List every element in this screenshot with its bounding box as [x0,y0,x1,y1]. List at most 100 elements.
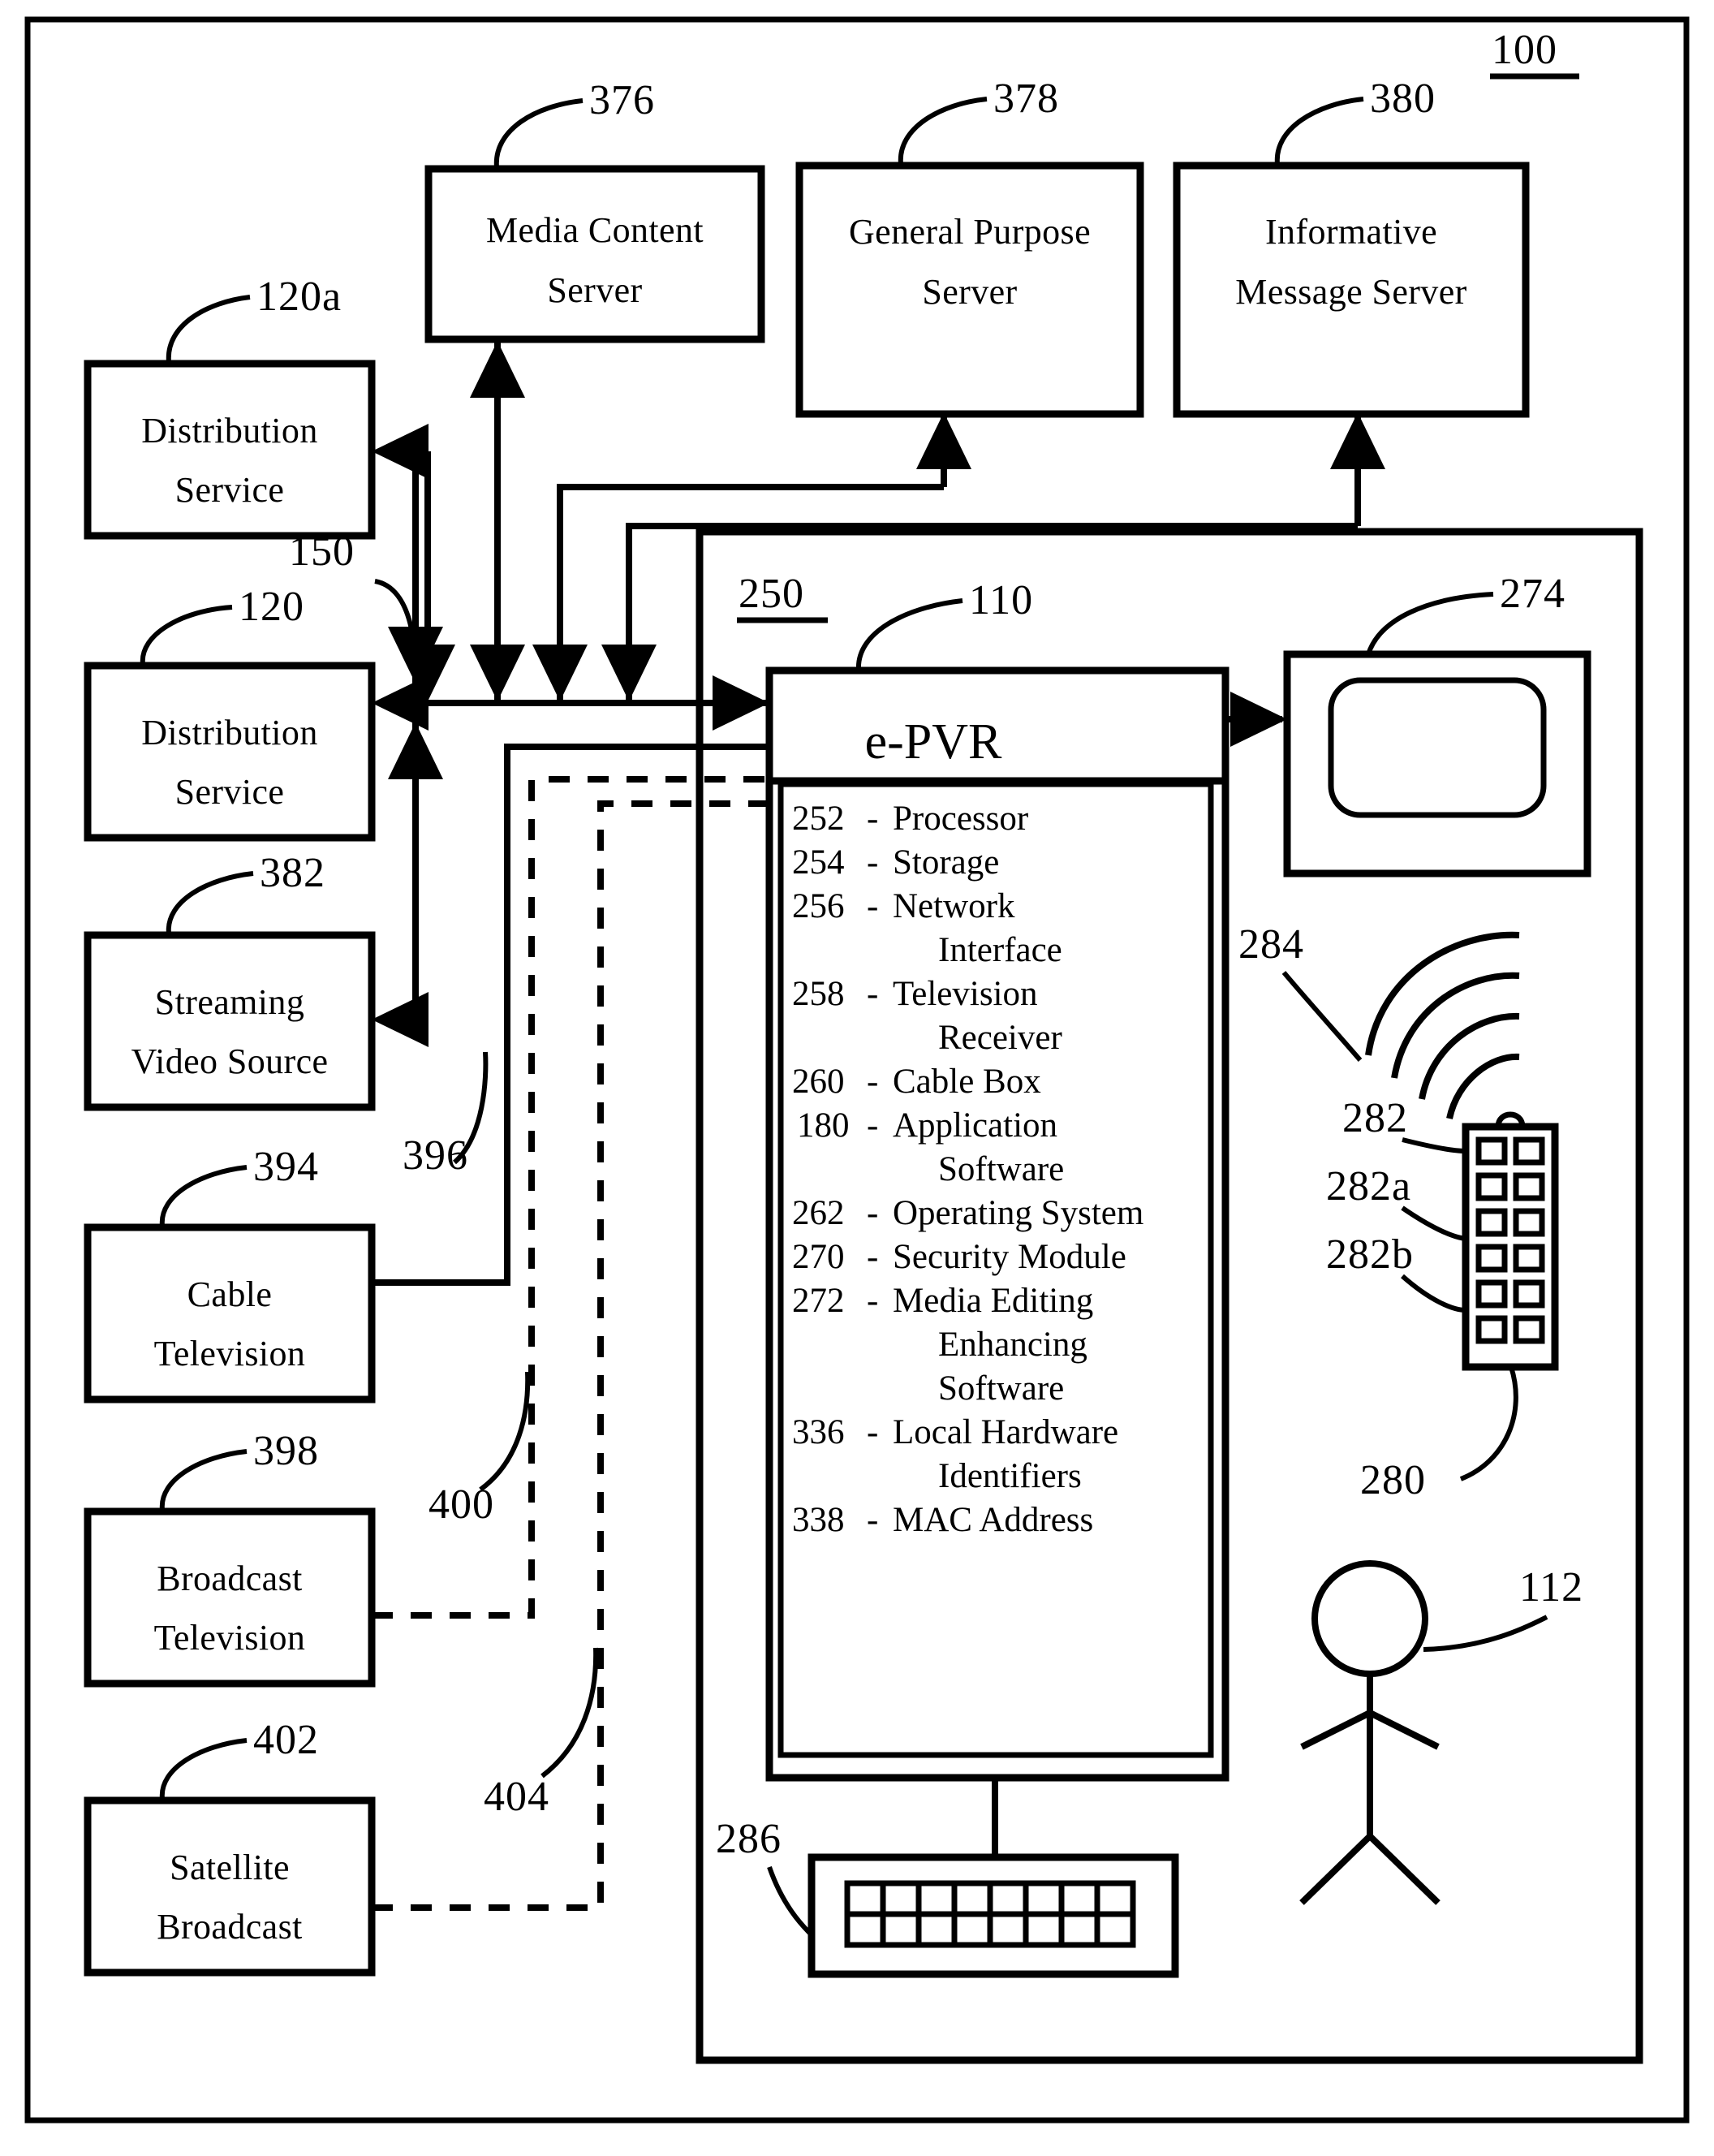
remote-button[interactable] [1513,1208,1545,1237]
leader-120a [166,295,251,363]
component-260: 260 [792,1063,845,1101]
informative-message-server-label-2: Message Server [1235,272,1466,312]
component-260-name: Cable Box [893,1063,1041,1101]
keyboard-key[interactable] [987,1911,1029,1948]
component-338-name: MAC Address [893,1501,1093,1539]
remote-button[interactable] [1475,1244,1508,1273]
satellite-broadcast-label-1: Satellite [170,1848,290,1887]
remote-button[interactable] [1513,1172,1545,1201]
component-270-sep: - [867,1238,878,1276]
ref-376: 376 [589,77,655,123]
user-leg-right [1367,1834,1441,1905]
component-256-cont: Interface [938,931,1062,969]
keyboard-key[interactable] [1058,1880,1100,1917]
component-262-name: Operating System [893,1194,1143,1232]
media-content-server-box[interactable] [424,165,765,343]
keyboard-key[interactable] [987,1880,1029,1917]
satellite-broadcast-label-2: Broadcast [157,1907,303,1947]
keyboard-key[interactable] [844,1911,886,1948]
remote-button[interactable] [1513,1244,1545,1273]
remote-button[interactable] [1513,1315,1545,1344]
arrow-up-general-purpose-server [916,412,971,469]
component-180-name: Application [893,1106,1057,1145]
ref-150: 150 [289,528,355,575]
component-254-name: Storage [893,843,999,882]
leader-394 [159,1165,248,1227]
remote-button[interactable] [1513,1136,1545,1166]
keyboard-key[interactable] [1023,1911,1065,1948]
distribution-service-label-1: Distribution [141,713,317,752]
leader-120 [140,605,233,665]
leader-280 [1459,1366,1518,1481]
component-256: 256 [792,887,845,925]
system-diagram: 100 250 Media Content Server 376 General… [24,16,1690,2124]
arrow-to-distribution-120a [372,424,428,479]
epvr-component-list: 252 - Processor 254 - Storage 256 - Netw… [792,800,1143,1539]
arrow-down-general-purpose-server [532,645,588,701]
component-256-name: Network [893,887,1015,925]
user-arm-left [1300,1710,1372,1750]
ref-282: 282 [1342,1095,1408,1141]
component-258-sep: - [867,975,878,1013]
leader-402 [159,1738,248,1800]
arrow-epvr-to-display [1230,692,1287,747]
user-head [1311,1560,1428,1677]
keyboard-key[interactable] [915,1911,958,1948]
ref-404: 404 [484,1774,549,1820]
remote-buttons[interactable] [1475,1136,1545,1344]
user-figure [1299,1560,1441,1905]
cable-television-label-1: Cable [187,1274,273,1314]
ref-400: 400 [428,1481,494,1528]
ref-112: 112 [1519,1564,1583,1611]
remote-button[interactable] [1475,1136,1508,1166]
keyboard-key[interactable] [880,1911,922,1948]
component-252-sep: - [867,800,878,838]
remote-button[interactable] [1475,1279,1508,1309]
component-336-sep: - [867,1413,878,1451]
keyboard-key[interactable] [1094,1880,1136,1917]
keyboard-key[interactable] [1058,1911,1100,1948]
leader-284 [1281,971,1363,1062]
component-258-name: Television [893,975,1038,1013]
link-cable-television-to-epvr [372,744,769,1286]
component-272-cont: Enhancing [938,1326,1087,1364]
component-336-cont: Identifiers [938,1457,1082,1495]
keyboard-key[interactable] [1094,1911,1136,1948]
keyboard-key[interactable] [951,1880,993,1917]
ref-380: 380 [1370,75,1436,122]
epvr-title: e-PVR [865,714,1002,770]
leader-376 [493,98,584,168]
leader-400 [479,1371,531,1492]
component-254-sep: - [867,843,878,882]
distribution-service-a-label-1: Distribution [141,411,317,451]
keyboard-key[interactable] [951,1911,993,1948]
leader-282b [1401,1274,1466,1313]
leader-380 [1274,97,1364,165]
leader-398 [159,1449,248,1511]
leader-282 [1402,1137,1466,1153]
ref-274: 274 [1500,571,1565,617]
patent-figure: 100 250 Media Content Server 376 General… [0,0,1714,2156]
component-252-name: Processor [893,800,1028,838]
keyboard-key[interactable] [915,1880,958,1917]
ref-396: 396 [403,1132,468,1179]
component-270-name: Security Module [893,1238,1126,1276]
keyboard-key[interactable] [1023,1880,1065,1917]
component-338: 338 [792,1501,845,1539]
keyboard-key[interactable] [880,1880,922,1917]
ref-282a: 282a [1326,1163,1411,1210]
broadcast-television-label-2: Television [154,1618,306,1658]
leader-110 [855,598,963,670]
ref-284: 284 [1238,921,1304,968]
keyboard-keys[interactable] [844,1880,1136,1948]
remote-button[interactable] [1475,1208,1508,1237]
remote-button[interactable] [1475,1172,1508,1201]
remote-button[interactable] [1475,1315,1508,1344]
ref-250: 250 [739,571,804,617]
keyboard-key[interactable] [844,1880,886,1917]
broadcast-television-label-1: Broadcast [157,1559,303,1598]
ref-120a: 120a [256,274,342,320]
arrow-up-media-content-server [470,341,525,398]
media-content-server-label-1: Media Content [486,210,704,250]
remote-button[interactable] [1513,1279,1545,1309]
